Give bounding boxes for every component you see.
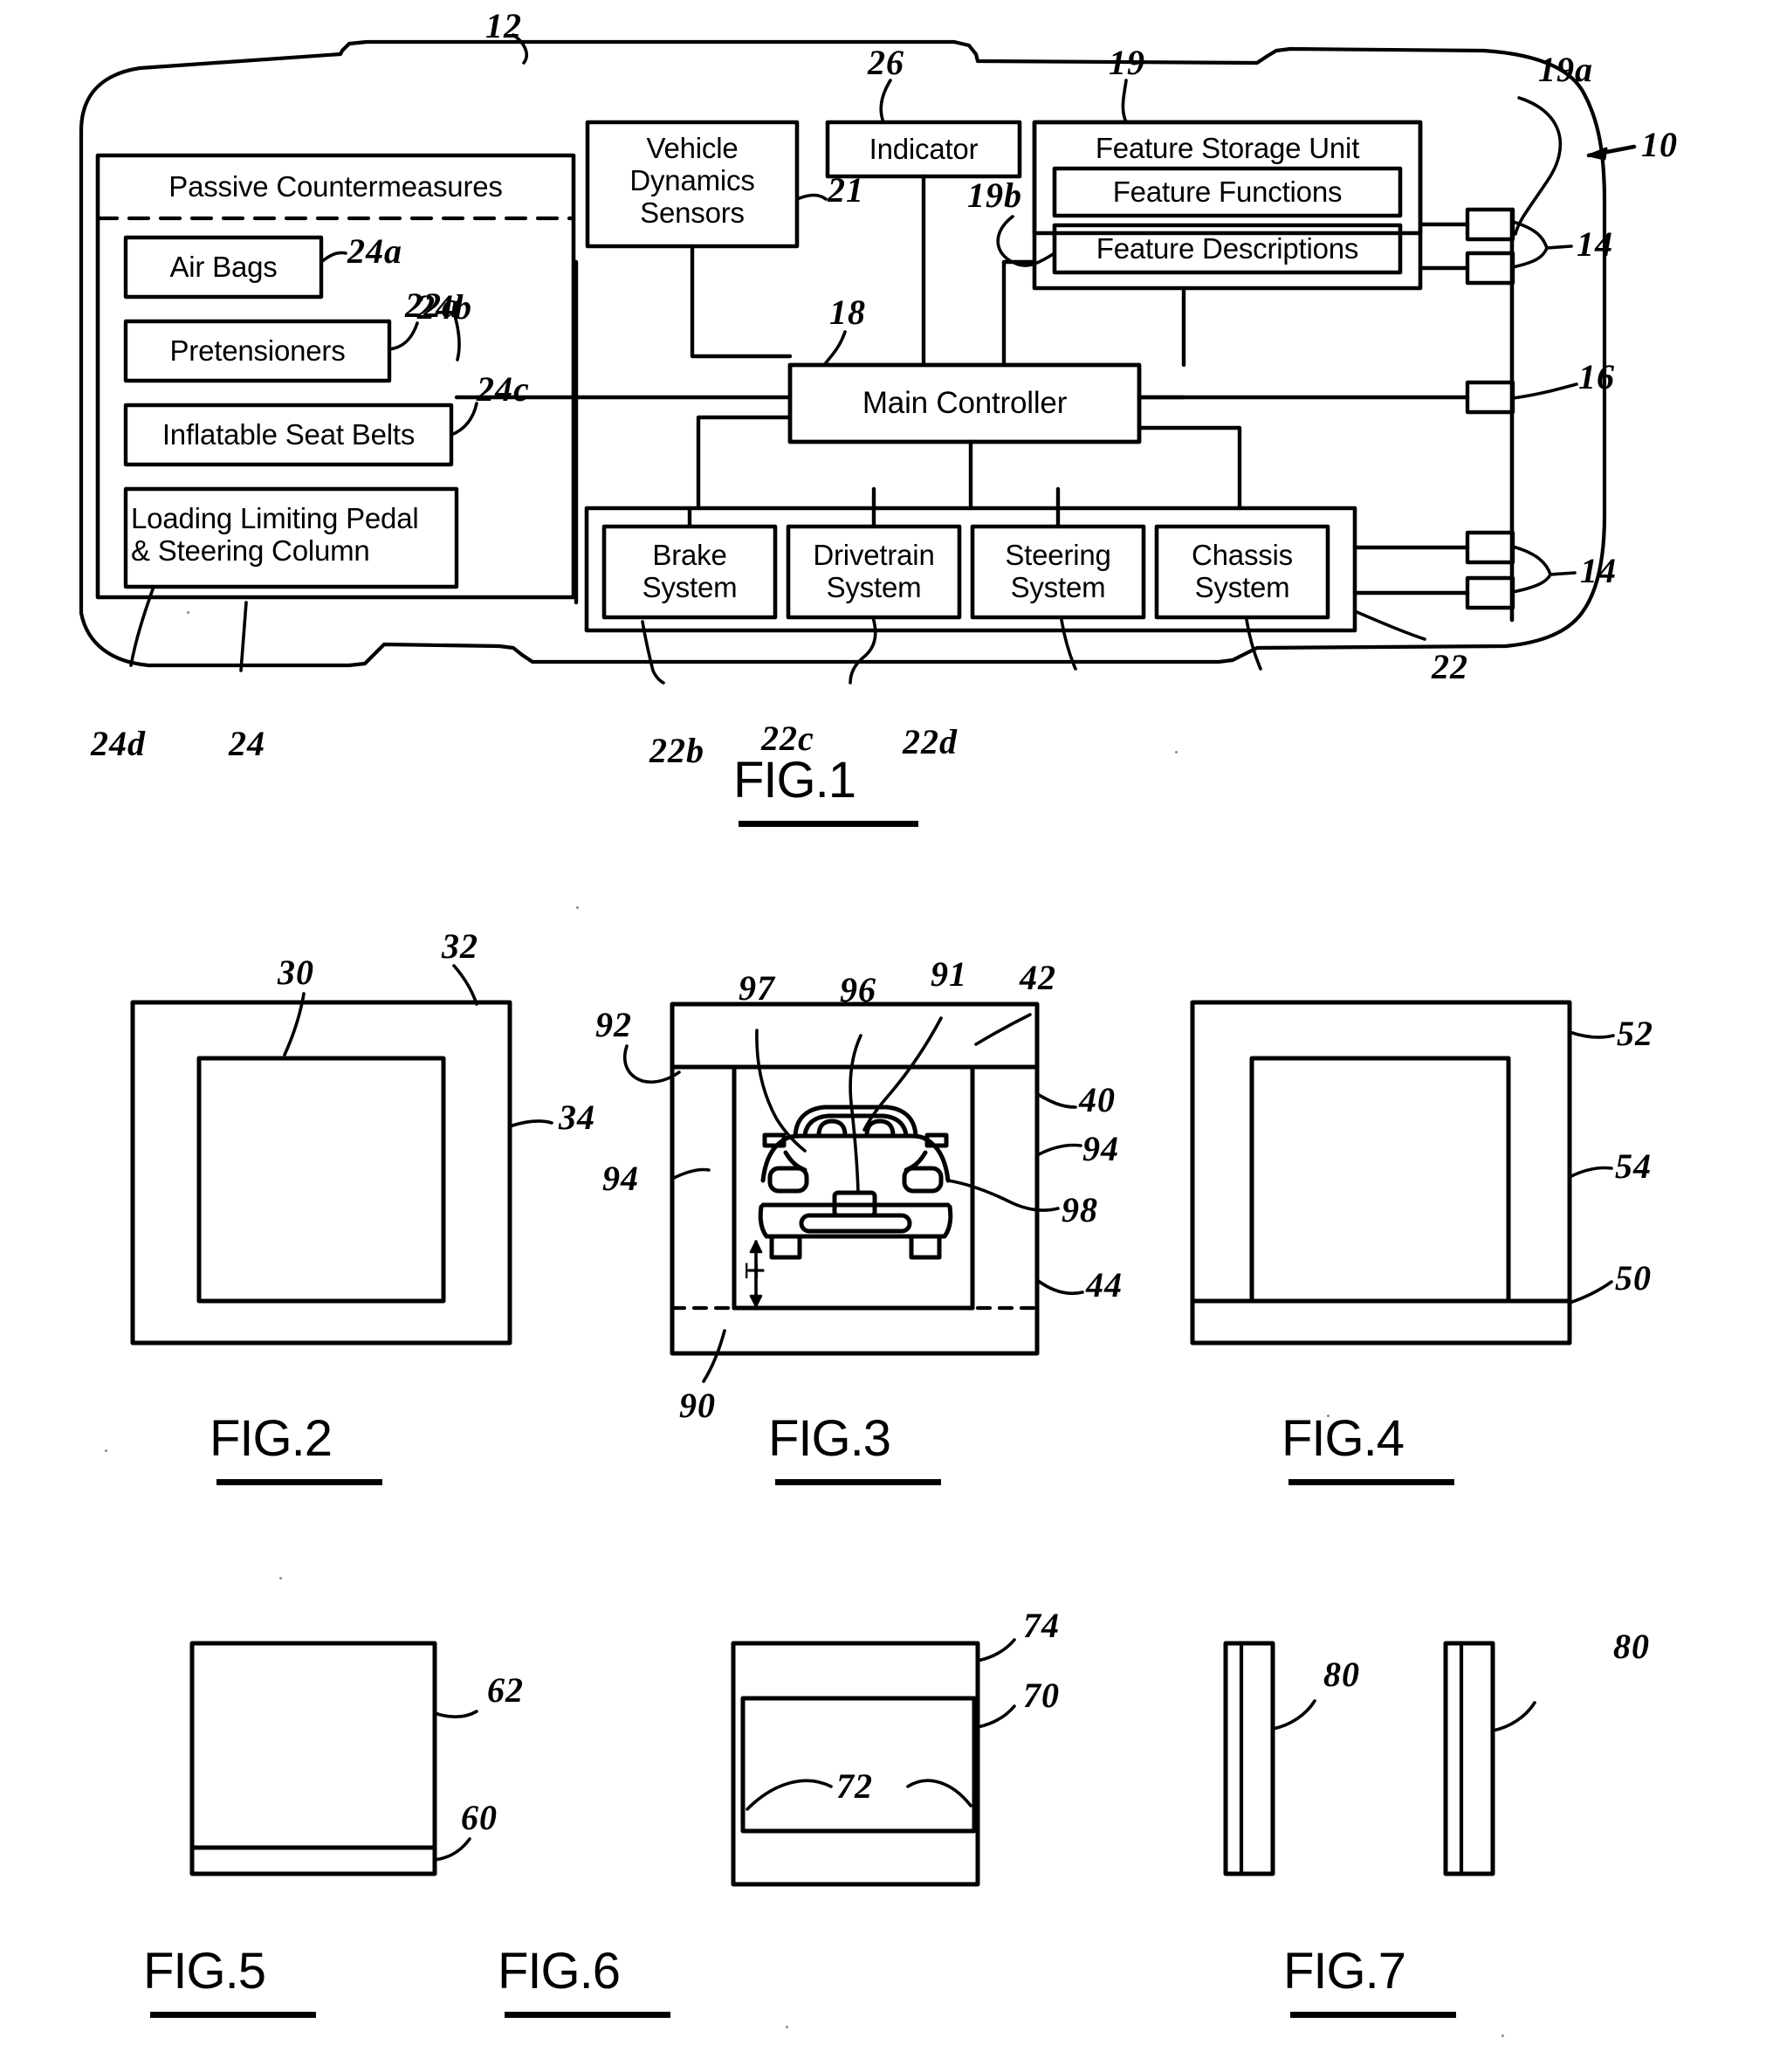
refnum-97: 97 — [739, 968, 775, 1008]
refnum-22a: 22a — [405, 286, 460, 325]
refnum-80-left: 80 — [1323, 1655, 1360, 1694]
box-passive-countermeasures: Passive Countermeasures — [168, 170, 503, 203]
box-loading-limiting-pedal: Loading Limiting Pedal & Steering Column — [131, 502, 419, 567]
box-indicator: Indicator — [869, 133, 979, 165]
refnum-24a: 24a — [347, 231, 402, 271]
refnum-90: 90 — [679, 1386, 716, 1425]
figure-caption-1-underline — [739, 821, 918, 827]
figure-caption-7-underline — [1290, 2012, 1456, 2018]
figure-caption-6-underline — [505, 2012, 670, 2018]
refnum-22d: 22d — [903, 722, 958, 761]
box-inflatable-seat-belts: Inflatable Seat Belts — [161, 418, 416, 451]
refnum-24c: 24c — [477, 369, 530, 409]
refnum-12: 12 — [485, 6, 522, 45]
box-feature-functions: Feature Functions — [1112, 176, 1343, 208]
scan-speck — [786, 2026, 788, 2028]
refnum-22b: 22b — [649, 731, 704, 770]
scan-speck — [576, 906, 579, 909]
figure-caption-4: FIG.4 — [1282, 1410, 1405, 1467]
refnum-94-left: 94 — [602, 1159, 639, 1198]
refnum-24d: 24d — [91, 724, 146, 763]
box-brake-system: Brake System — [642, 539, 738, 603]
refnum-24: 24 — [229, 724, 265, 763]
refnum-18: 18 — [829, 293, 866, 332]
refnum-52: 52 — [1617, 1014, 1653, 1053]
box-feature-descriptions: Feature Descriptions — [1096, 232, 1359, 265]
refnum-10: 10 — [1641, 125, 1678, 164]
refnum-14-top: 14 — [1577, 224, 1613, 264]
figure-caption-5: FIG.5 — [143, 1943, 266, 2000]
box-main-controller: Main Controller — [862, 386, 1068, 420]
patent-drawing-sheet: Passive Countermeasures Air Bags Pretens… — [0, 0, 1766, 2072]
refnum-44: 44 — [1086, 1265, 1123, 1304]
scan-speck — [1175, 751, 1178, 754]
box-drivetrain-system: Drivetrain System — [813, 539, 935, 603]
box-chassis-system: Chassis System — [1192, 539, 1293, 603]
refnum-32: 32 — [442, 926, 478, 966]
refnum-74: 74 — [1023, 1606, 1060, 1645]
refnum-42: 42 — [1020, 958, 1056, 997]
scan-speck — [105, 1449, 107, 1452]
refnum-91: 91 — [931, 954, 967, 994]
refnum-80-right: 80 — [1613, 1627, 1650, 1666]
refnum-19: 19 — [1109, 43, 1145, 82]
refnum-19a: 19a — [1538, 50, 1593, 89]
scan-speck — [1327, 1415, 1330, 1417]
figure-caption-4-underline — [1288, 1479, 1454, 1485]
box-feature-storage-unit: Feature Storage Unit — [1095, 132, 1360, 164]
box-air-bags: Air Bags — [169, 251, 278, 283]
height-label-h: H — [744, 1259, 760, 1284]
figure-caption-7: FIG.7 — [1283, 1943, 1406, 2000]
scan-speck — [187, 611, 189, 614]
refnum-21: 21 — [828, 170, 864, 210]
figure-caption-2-underline — [216, 1479, 382, 1485]
figure-caption-3-underline — [775, 1479, 941, 1485]
figure-caption-1: FIG.1 — [733, 752, 856, 809]
refnum-92: 92 — [595, 1005, 632, 1044]
refnum-22: 22 — [1432, 647, 1468, 686]
refnum-54: 54 — [1615, 1146, 1652, 1186]
refnum-30: 30 — [278, 953, 314, 992]
refnum-50: 50 — [1615, 1258, 1652, 1298]
refnum-26: 26 — [868, 43, 904, 82]
box-steering-system: Steering System — [1005, 539, 1111, 603]
refnum-98: 98 — [1062, 1190, 1098, 1229]
figure-caption-5-underline — [150, 2012, 316, 2018]
refnum-62: 62 — [487, 1670, 524, 1710]
refnum-96: 96 — [840, 970, 876, 1009]
drawing-linework — [79, 33, 1637, 1887]
figure-caption-3: FIG.3 — [768, 1410, 891, 1467]
refnum-14-bottom: 14 — [1580, 551, 1617, 590]
scan-speck — [279, 1577, 282, 1580]
box-vehicle-dynamics-sensors: Vehicle Dynamics Sensors — [629, 132, 755, 229]
refnum-70: 70 — [1023, 1676, 1060, 1715]
box-pretensioners: Pretensioners — [169, 334, 346, 367]
figure-caption-2: FIG.2 — [210, 1410, 333, 1467]
refnum-40: 40 — [1079, 1080, 1116, 1119]
refnum-72: 72 — [836, 1766, 873, 1806]
scan-speck — [1501, 2034, 1504, 2037]
refnum-19b: 19b — [967, 176, 1022, 215]
refnum-16: 16 — [1578, 357, 1615, 396]
refnum-94-right: 94 — [1082, 1129, 1119, 1168]
refnum-60: 60 — [461, 1798, 498, 1837]
refnum-34: 34 — [559, 1098, 595, 1137]
figure-caption-6: FIG.6 — [498, 1943, 621, 2000]
